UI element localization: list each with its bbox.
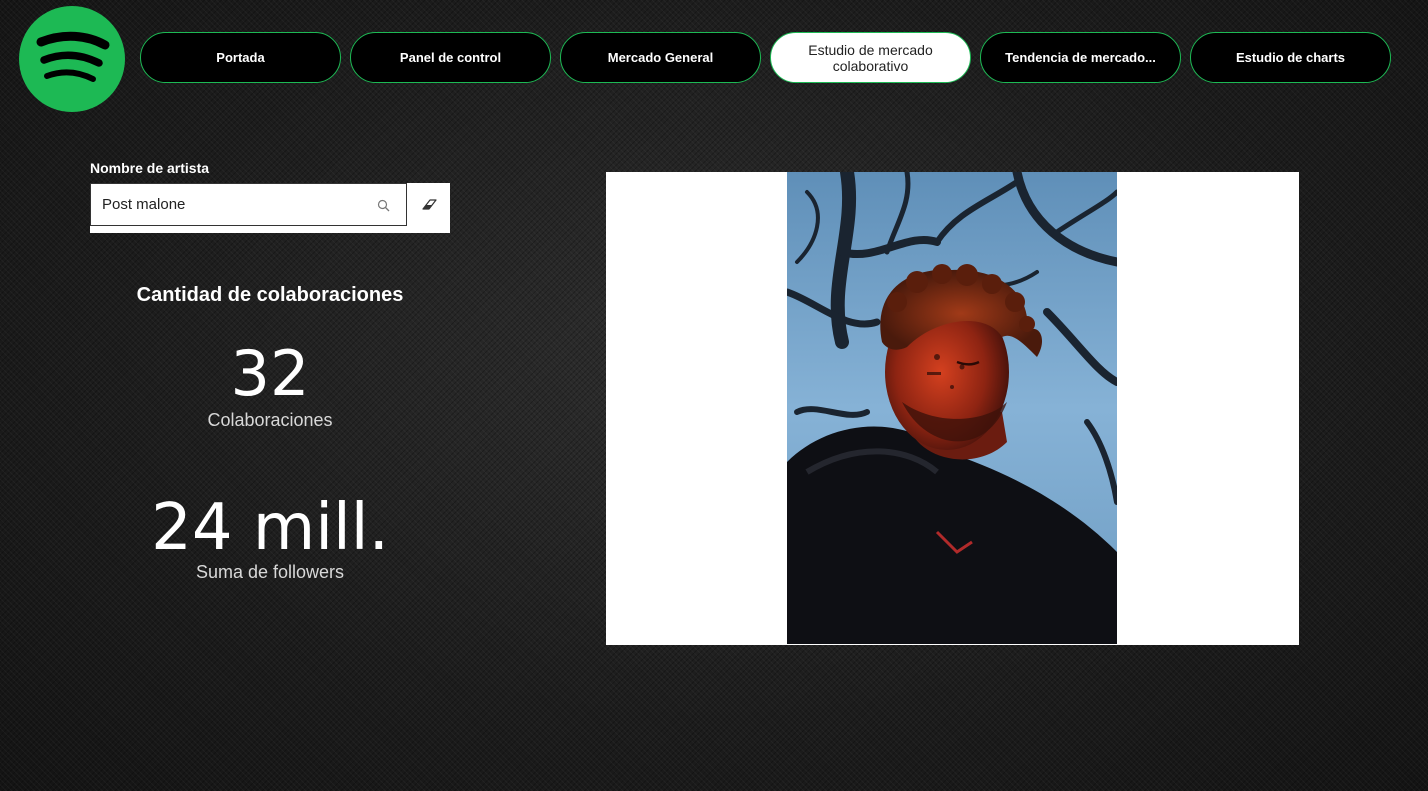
- tab-estudio-de-charts[interactable]: Estudio de charts: [1190, 32, 1391, 83]
- search-box[interactable]: [90, 183, 407, 226]
- tab-panel-de-control[interactable]: Panel de control: [350, 32, 551, 83]
- artist-photo: [787, 172, 1117, 644]
- tab-tendencia-de-mercado[interactable]: Tendencia de mercado...: [980, 32, 1181, 83]
- tab-label: Estudio de mercado colaborativo: [808, 41, 933, 74]
- collaborations-label: Colaboraciones: [207, 410, 333, 430]
- tab-label: Tendencia de mercado...: [1005, 50, 1156, 65]
- tab-estudio-de-mercado-colaborativo[interactable]: Estudio de mercado colaborativo: [770, 32, 971, 83]
- tab-label: Panel de control: [399, 50, 502, 65]
- search-icon[interactable]: [377, 199, 390, 212]
- tab-label: Portada: [216, 50, 265, 65]
- clear-search-button[interactable]: [407, 183, 450, 226]
- tab-portada[interactable]: Portada: [140, 32, 341, 83]
- tab-mercado-general[interactable]: Mercado General: [560, 32, 761, 83]
- tab-label: Mercado General: [607, 50, 714, 65]
- followers-label: Suma de followers: [195, 562, 345, 582]
- artist-name-label: Nombre de artista: [90, 160, 210, 176]
- collaborations-section-title: Cantidad de colaboraciones: [136, 284, 404, 306]
- tab-label: Estudio de charts: [1235, 50, 1346, 65]
- collaborations-count: 32: [230, 337, 310, 410]
- artist-image-panel: [606, 172, 1299, 645]
- spotify-logo-icon: [19, 6, 125, 112]
- search-input[interactable]: [102, 196, 362, 213]
- artist-search-slicer: [90, 183, 450, 233]
- followers-sum: 24 mill.: [151, 491, 389, 565]
- top-navigation: Portada Panel de control Mercado General…: [140, 32, 1391, 83]
- eraser-icon: [421, 198, 437, 210]
